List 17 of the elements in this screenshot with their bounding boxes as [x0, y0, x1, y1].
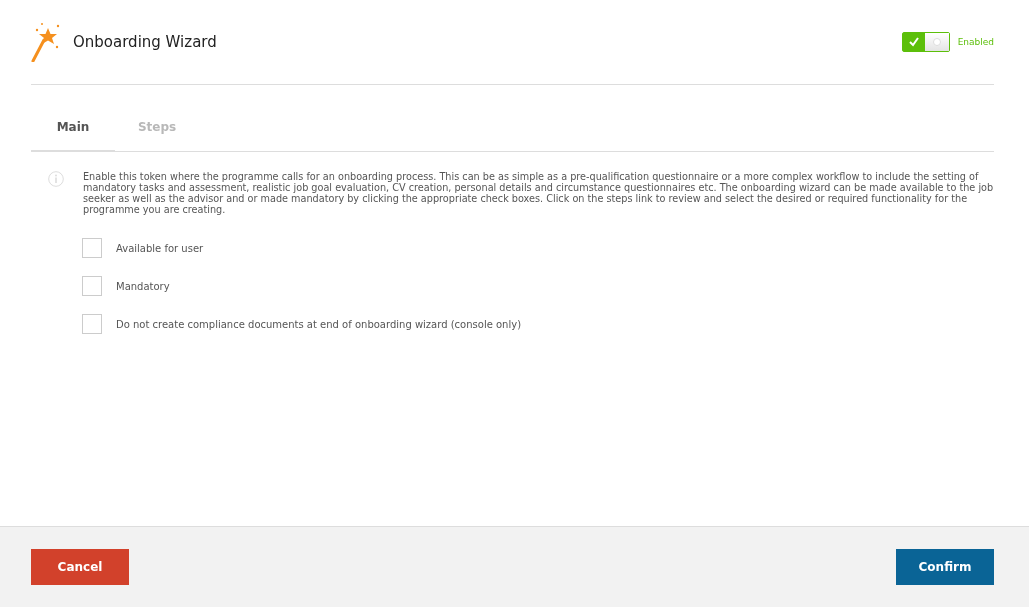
checkbox[interactable] — [82, 276, 102, 296]
description-text: Enable this token where the programme calls for an onboarding process. This can be as simple as a pre-qualification questionnaire or a more complex workflow to include the setting of mandatory tasks and assessment, realistic job goal evaluation, CV creation, personal details and circumstance questionnaires etc. The onboarding wizard can be made available to the job seeker as well as the advisor and or made mandatory by clicking the appropriate check boxes. Click on the steps link to review and select the desired or required functionality for the programme you are creating. — [83, 171, 994, 215]
info-icon — [48, 171, 64, 187]
magic-wand-icon — [31, 22, 61, 62]
checkbox-label: Mandatory — [116, 280, 170, 292]
tab[interactable]: Main — [31, 106, 115, 152]
enabled-toggle[interactable] — [901, 32, 950, 52]
toggle-knob-icon — [932, 38, 941, 46]
checkbox[interactable] — [82, 314, 102, 334]
checkbox[interactable] — [82, 238, 102, 258]
cancel-button[interactable]: Cancel — [31, 549, 129, 585]
checkbox-label: Available for user — [116, 242, 204, 254]
check-icon — [908, 37, 919, 47]
dialog-title: Onboarding Wizard — [73, 33, 218, 51]
checkbox-label: Do not create compliance documents at end of onboarding wizard (console only) — [116, 318, 522, 330]
confirm-button[interactable]: Confirm — [896, 549, 994, 585]
toggle-label: Enabled — [957, 37, 994, 47]
